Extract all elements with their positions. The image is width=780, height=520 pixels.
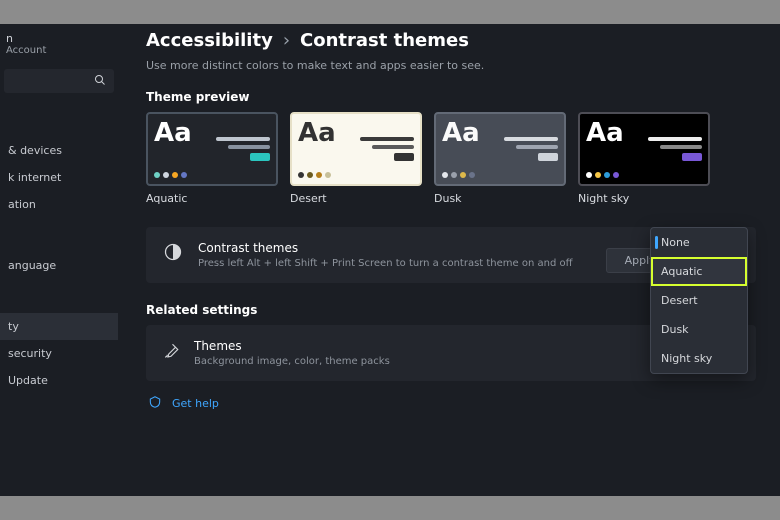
user-name: n xyxy=(6,32,112,45)
link-subtitle: Background image, color, theme packs xyxy=(194,356,390,367)
chevron-right-icon: › xyxy=(283,30,290,51)
dropdown-option-desert[interactable]: Desert xyxy=(651,286,747,315)
get-help-link[interactable]: Get help xyxy=(146,395,756,412)
user-block[interactable]: n Account xyxy=(0,24,118,69)
theme-dropdown[interactable]: None Aquatic Desert Dusk Night sky xyxy=(650,227,748,374)
dropdown-option-aquatic[interactable]: Aquatic xyxy=(651,257,747,286)
dropdown-option-dusk[interactable]: Dusk xyxy=(651,315,747,344)
page-description: Use more distinct colors to make text an… xyxy=(146,59,756,72)
help-label: Get help xyxy=(172,397,219,410)
sidebar-item-devices[interactable]: & devices xyxy=(0,137,118,164)
search-input[interactable] xyxy=(4,69,114,93)
sidebar-item-personalization[interactable]: ation xyxy=(0,191,118,218)
sidebar-item-language[interactable]: anguage xyxy=(0,252,118,279)
card-subtitle: Press left Alt + left Shift + Print Scre… xyxy=(198,258,573,269)
contrast-themes-card: Contrast themes Press left Alt + left Sh… xyxy=(146,227,756,283)
sidebar: n Account & devices k internet ation ang… xyxy=(0,24,118,496)
sidebar-item-update[interactable]: Update xyxy=(0,367,118,394)
sidebar-item-network[interactable]: k internet xyxy=(0,164,118,191)
nav-list: & devices k internet ation anguage ty se… xyxy=(0,137,118,394)
dropdown-option-none[interactable]: None xyxy=(651,228,747,257)
theme-preview-row: Aa Aquatic Aa Desert xyxy=(146,112,756,205)
user-sub: Account xyxy=(6,45,112,57)
help-icon xyxy=(148,395,162,412)
dropdown-option-night-sky[interactable]: Night sky xyxy=(651,344,747,373)
preview-dusk[interactable]: Aa Dusk xyxy=(434,112,566,205)
theme-preview-label: Theme preview xyxy=(146,90,756,104)
breadcrumb: Accessibility › Contrast themes xyxy=(146,30,756,51)
breadcrumb-parent[interactable]: Accessibility xyxy=(146,30,273,51)
link-title: Themes xyxy=(194,339,390,353)
settings-window: n Account & devices k internet ation ang… xyxy=(0,24,780,496)
preview-label: Desert xyxy=(290,192,422,205)
sidebar-item-accessibility[interactable]: ty xyxy=(0,313,118,340)
preview-desert[interactable]: Aa Desert xyxy=(290,112,422,205)
breadcrumb-current: Contrast themes xyxy=(300,30,469,51)
preview-label: Night sky xyxy=(578,192,710,205)
card-text: Contrast themes Press left Alt + left Sh… xyxy=(198,241,573,269)
search-icon xyxy=(94,74,106,89)
sidebar-item-security[interactable]: security xyxy=(0,340,118,367)
card-title: Contrast themes xyxy=(198,241,573,255)
main-content: Accessibility › Contrast themes Use more… xyxy=(118,24,780,496)
preview-label: Aquatic xyxy=(146,192,278,205)
preview-night-sky[interactable]: Aa Night sky xyxy=(578,112,710,205)
contrast-icon xyxy=(162,241,184,263)
preview-label: Dusk xyxy=(434,192,566,205)
brush-icon xyxy=(162,342,180,364)
preview-aquatic[interactable]: Aa Aquatic xyxy=(146,112,278,205)
